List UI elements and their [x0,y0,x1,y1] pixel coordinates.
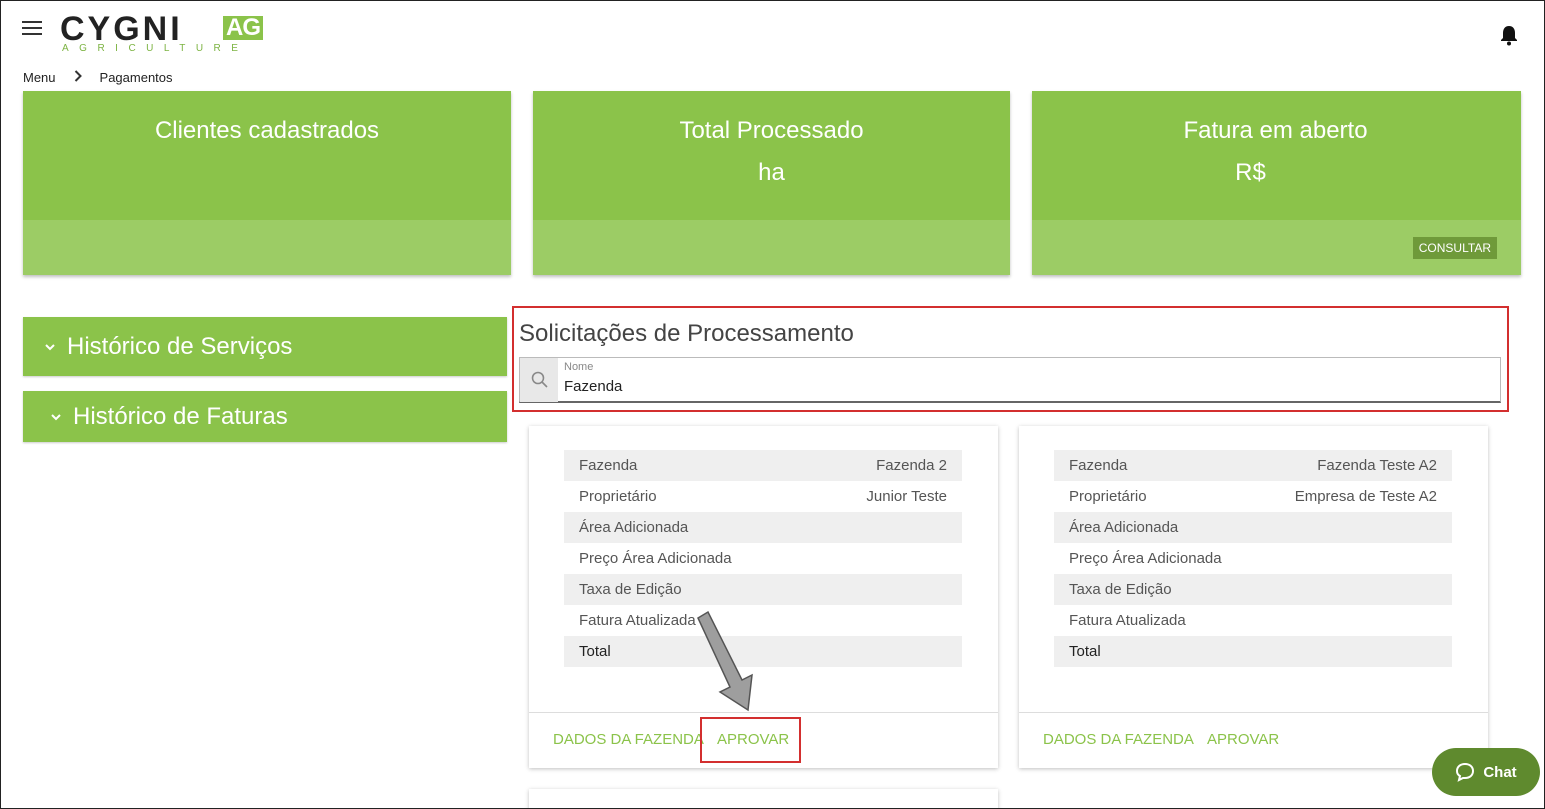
stat-title: Total Processado [679,117,864,144]
chat-label: Chat [1483,763,1517,781]
dados-da-fazenda-button[interactable]: DADOS DA FAZENDA [1043,731,1194,748]
logo-ag-badge: AG [223,16,263,40]
row-label: Taxa de Edição [579,581,682,598]
request-details-table: Fazenda Fazenda Teste A2 Proprietário Empr… [1054,450,1452,667]
stat-card-fatura-aberto: Fatura em aberto R$ CONSULTAR [1032,91,1521,275]
table-row: Fatura Atualizada [564,605,962,636]
table-row: Proprietário Junior Teste [564,481,962,512]
request-details-table: Fazenda Fazenda 2 Proprietário Junior Test… [564,450,962,667]
breadcrumb-menu[interactable]: Menu [23,70,56,85]
row-label: Preço Área Adicionada [579,550,732,567]
table-row-total: Total [564,636,962,667]
row-label: Fazenda [579,457,638,474]
breadcrumb-pagamentos: Pagamentos [99,70,173,85]
card-actions: DADOS DA FAZENDA APROVAR [529,712,998,768]
stat-title: Fatura em aberto [1183,117,1368,144]
logo-tagline: AGRICULTURE [62,43,249,54]
chat-bubble-icon [1456,762,1475,782]
table-row: Preço Área Adicionada [1054,543,1452,574]
table-row: Proprietário Empresa de Teste A2 [1054,481,1452,512]
stat-card-clientes: Clientes cadastrados [23,91,511,275]
dados-da-fazenda-button[interactable]: DADOS DA FAZENDA [553,731,704,748]
accordion-label: Histórico de Serviços [67,332,293,360]
row-value: Fazenda 2 [876,457,947,474]
chat-button[interactable]: Chat [1432,748,1540,796]
accordion-label: Histórico de Faturas [73,402,288,430]
stat-card-footer [23,220,511,275]
table-row: Fatura Atualizada [1054,605,1452,636]
table-row: Área Adicionada [1054,512,1452,543]
table-row: Taxa de Edição [1054,574,1452,605]
accordion-historico-servicos[interactable]: Histórico de Serviços [23,317,507,376]
request-card: Fazenda Fazenda Teste A2 Proprietário Empr… [1019,426,1488,768]
chevron-down-icon [51,413,61,420]
row-value: Fazenda Teste A2 [1317,457,1437,474]
request-card: Fazenda Fazenda 2 Proprietário Junior Test… [529,426,998,768]
card-actions: DADOS DA FAZENDA APROVAR [1019,712,1488,768]
stat-value: R$ [1235,159,1266,186]
table-row: Taxa de Edição [564,574,962,605]
stat-card-footer [533,220,1010,275]
row-label: Área Adicionada [579,519,689,536]
logo-wordmark: CYGNI [60,10,183,48]
table-row: Área Adicionada [564,512,962,543]
cygni-ag-logo[interactable]: CYGNI AG AGRICULTURE [60,10,270,56]
row-label: Fatura Atualizada [579,612,696,629]
aprovar-button[interactable]: APROVAR [717,731,789,748]
stat-card-total-processado: Total Processado ha [533,91,1010,275]
row-label: Total [579,643,611,660]
consultar-button[interactable]: CONSULTAR [1412,237,1497,259]
request-card-partial [529,789,998,809]
row-label: Proprietário [579,488,657,505]
table-row: Fazenda Fazenda Teste A2 [1054,450,1452,481]
hamburger-menu-icon[interactable] [22,21,42,37]
accordion-historico-faturas[interactable]: Histórico de Faturas [23,391,507,442]
annotation-highlight-box [512,306,1509,412]
chevron-right-icon [74,70,82,85]
row-label: Proprietário [1069,488,1147,505]
row-value: Junior Teste [866,488,947,505]
row-label: Fatura Atualizada [1069,612,1186,629]
stat-card-footer: CONSULTAR [1032,220,1521,275]
row-label: Preço Área Adicionada [1069,550,1222,567]
table-row: Fazenda Fazenda 2 [564,450,962,481]
aprovar-button[interactable]: APROVAR [1207,731,1279,748]
row-label: Fazenda [1069,457,1128,474]
row-value: Empresa de Teste A2 [1294,488,1437,505]
row-label: Taxa de Edição [1069,581,1172,598]
row-label: Total [1069,643,1101,660]
table-row-total: Total [1054,636,1452,667]
breadcrumb: Menu Pagamentos [23,70,173,85]
chevron-down-icon [45,343,55,350]
row-label: Área Adicionada [1069,519,1179,536]
stat-title: Clientes cadastrados [154,117,380,144]
notification-bell-icon[interactable] [1499,24,1519,46]
stat-value: ha [758,159,785,186]
table-row: Preço Área Adicionada [564,543,962,574]
